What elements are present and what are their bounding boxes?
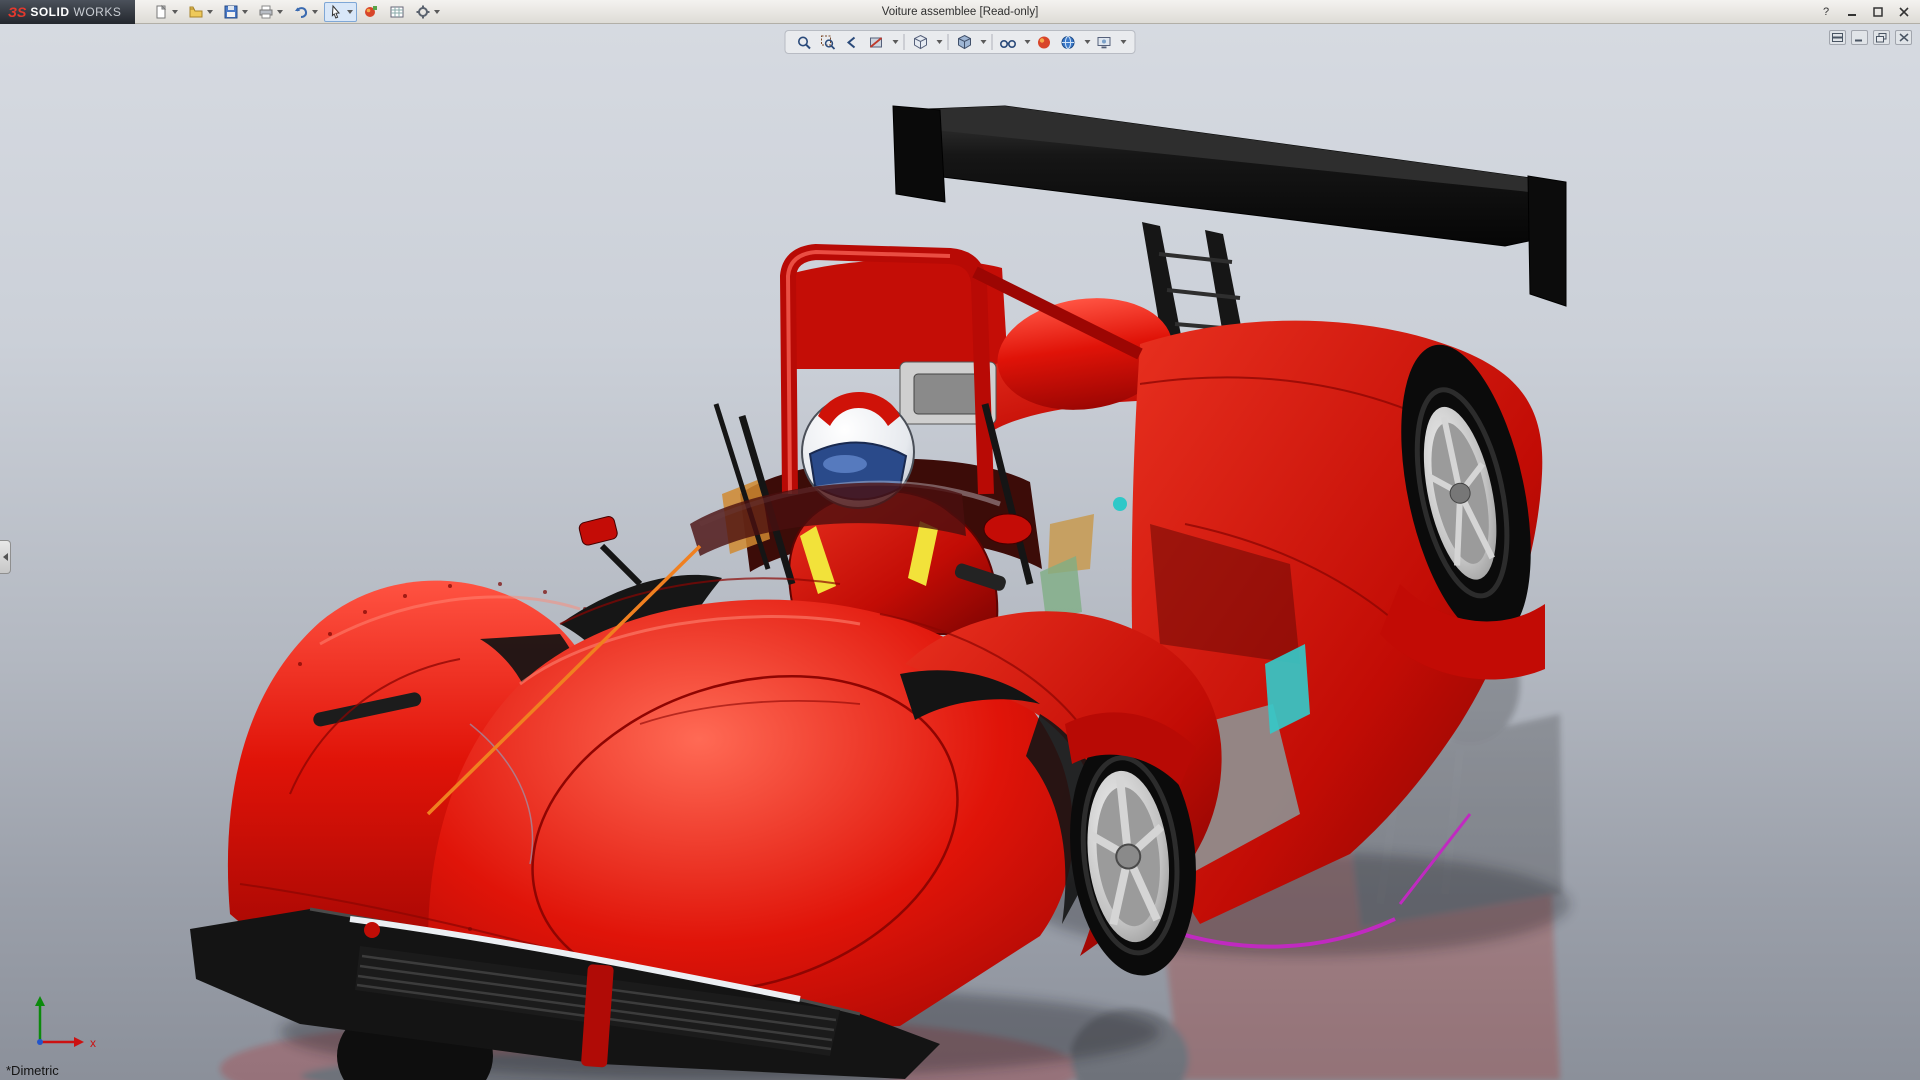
edit-appearance-button[interactable] [359, 2, 383, 22]
close-document-icon [1899, 33, 1909, 42]
x-axis-arrow [74, 1037, 84, 1047]
open-icon [188, 4, 204, 20]
display-style-dropdown[interactable] [981, 40, 987, 44]
open-button[interactable] [184, 2, 217, 22]
minimize-button[interactable] [1842, 4, 1862, 20]
design-table-button[interactable] [385, 2, 409, 22]
collapse-arrow-icon [3, 553, 8, 561]
eyeglasses-icon [1000, 35, 1017, 50]
maximize-icon [1873, 7, 1883, 17]
hud-separator-2 [948, 34, 949, 50]
new-document-dropdown[interactable] [172, 10, 178, 14]
titlebar-controls: ? [1816, 4, 1920, 20]
hide-show-items-button[interactable] [998, 32, 1019, 52]
minimize-document-button[interactable] [1851, 30, 1868, 45]
undo-icon [293, 4, 309, 20]
apply-scene-globe-icon [1061, 35, 1076, 50]
select-cursor-icon [328, 4, 344, 20]
close-icon [1899, 7, 1909, 17]
document-window-controls [1829, 30, 1912, 45]
title-bar: ЗS SOLIDWORKS Voiture assemblee [Read-on… [0, 0, 1920, 24]
save-button[interactable] [219, 2, 252, 22]
viewport-canvas[interactable]: x [0, 24, 1920, 1080]
section-view-button[interactable] [866, 32, 887, 52]
solidworks-logo-mark: ЗS [8, 4, 26, 20]
z-axis-dot [37, 1039, 43, 1045]
section-view-dropdown[interactable] [893, 40, 899, 44]
zoom-to-fit-icon [797, 35, 812, 50]
maximize-button[interactable] [1868, 4, 1888, 20]
display-style-button[interactable] [954, 32, 975, 52]
main-toolbar [149, 2, 444, 22]
display-style-icon [956, 34, 972, 50]
close-button[interactable] [1894, 4, 1914, 20]
apply-scene-dropdown[interactable] [1085, 40, 1091, 44]
view-orientation-label: *Dimetric [6, 1063, 59, 1078]
select-dropdown[interactable] [347, 10, 353, 14]
restore-document-icon [1876, 33, 1887, 43]
solidworks-logo-text: SOLID [30, 5, 69, 19]
undo-button[interactable] [289, 2, 322, 22]
edit-appearance-hud-button[interactable] [1034, 32, 1055, 52]
solidworks-logo: ЗS SOLID WORKS [0, 0, 135, 24]
save-dropdown[interactable] [242, 10, 248, 14]
select-button[interactable] [324, 2, 357, 22]
save-icon [223, 4, 239, 20]
view-settings-dropdown[interactable] [1121, 40, 1127, 44]
apply-scene-button[interactable] [1058, 32, 1079, 52]
view-settings-icon [1097, 35, 1112, 50]
undo-dropdown[interactable] [312, 10, 318, 14]
hud-separator [904, 34, 905, 50]
tile-windows-icon [1832, 33, 1843, 42]
previous-view-button[interactable] [842, 32, 863, 52]
view-orientation-cube-icon [912, 34, 928, 50]
previous-view-icon [845, 35, 860, 50]
heads-up-view-toolbar [785, 30, 1136, 54]
new-document-button[interactable] [149, 2, 182, 22]
appearance-ball-icon [363, 4, 379, 20]
print-button[interactable] [254, 2, 287, 22]
restore-document-button[interactable] [1873, 30, 1890, 45]
zoom-to-area-icon [821, 35, 836, 50]
appearance-sphere-icon [1037, 35, 1052, 50]
options-dropdown[interactable] [434, 10, 440, 14]
view-orientation-dropdown[interactable] [937, 40, 943, 44]
view-settings-button[interactable] [1094, 32, 1115, 52]
tow-hook [364, 922, 380, 938]
design-table-icon [389, 4, 405, 20]
section-view-icon [869, 35, 884, 50]
x-axis-label: x [90, 1036, 96, 1050]
minimize-icon [1847, 7, 1857, 17]
hide-show-items-dropdown[interactable] [1025, 40, 1031, 44]
new-document-icon [153, 4, 169, 20]
zoom-to-fit-button[interactable] [794, 32, 815, 52]
graphics-viewport[interactable]: x *Dimetric [0, 24, 1920, 1080]
side-glass [1040, 556, 1082, 620]
close-document-button[interactable] [1895, 30, 1912, 45]
print-dropdown[interactable] [277, 10, 283, 14]
y-axis-arrow [35, 996, 45, 1006]
hud-separator-3 [992, 34, 993, 50]
options-button[interactable] [411, 2, 444, 22]
teal-detail [1113, 497, 1127, 511]
solidworks-logo-text-2: WORKS [74, 5, 122, 19]
help-button[interactable]: ? [1816, 4, 1836, 20]
view-orientation-button[interactable] [910, 32, 931, 52]
orientation-triad: x [35, 996, 96, 1050]
minimize-document-icon [1854, 33, 1865, 42]
panel-collapse-tab[interactable] [0, 540, 11, 574]
options-gear-icon [415, 4, 431, 20]
print-icon [258, 4, 274, 20]
zoom-to-area-button[interactable] [818, 32, 839, 52]
open-dropdown[interactable] [207, 10, 213, 14]
tile-windows-button[interactable] [1829, 30, 1846, 45]
